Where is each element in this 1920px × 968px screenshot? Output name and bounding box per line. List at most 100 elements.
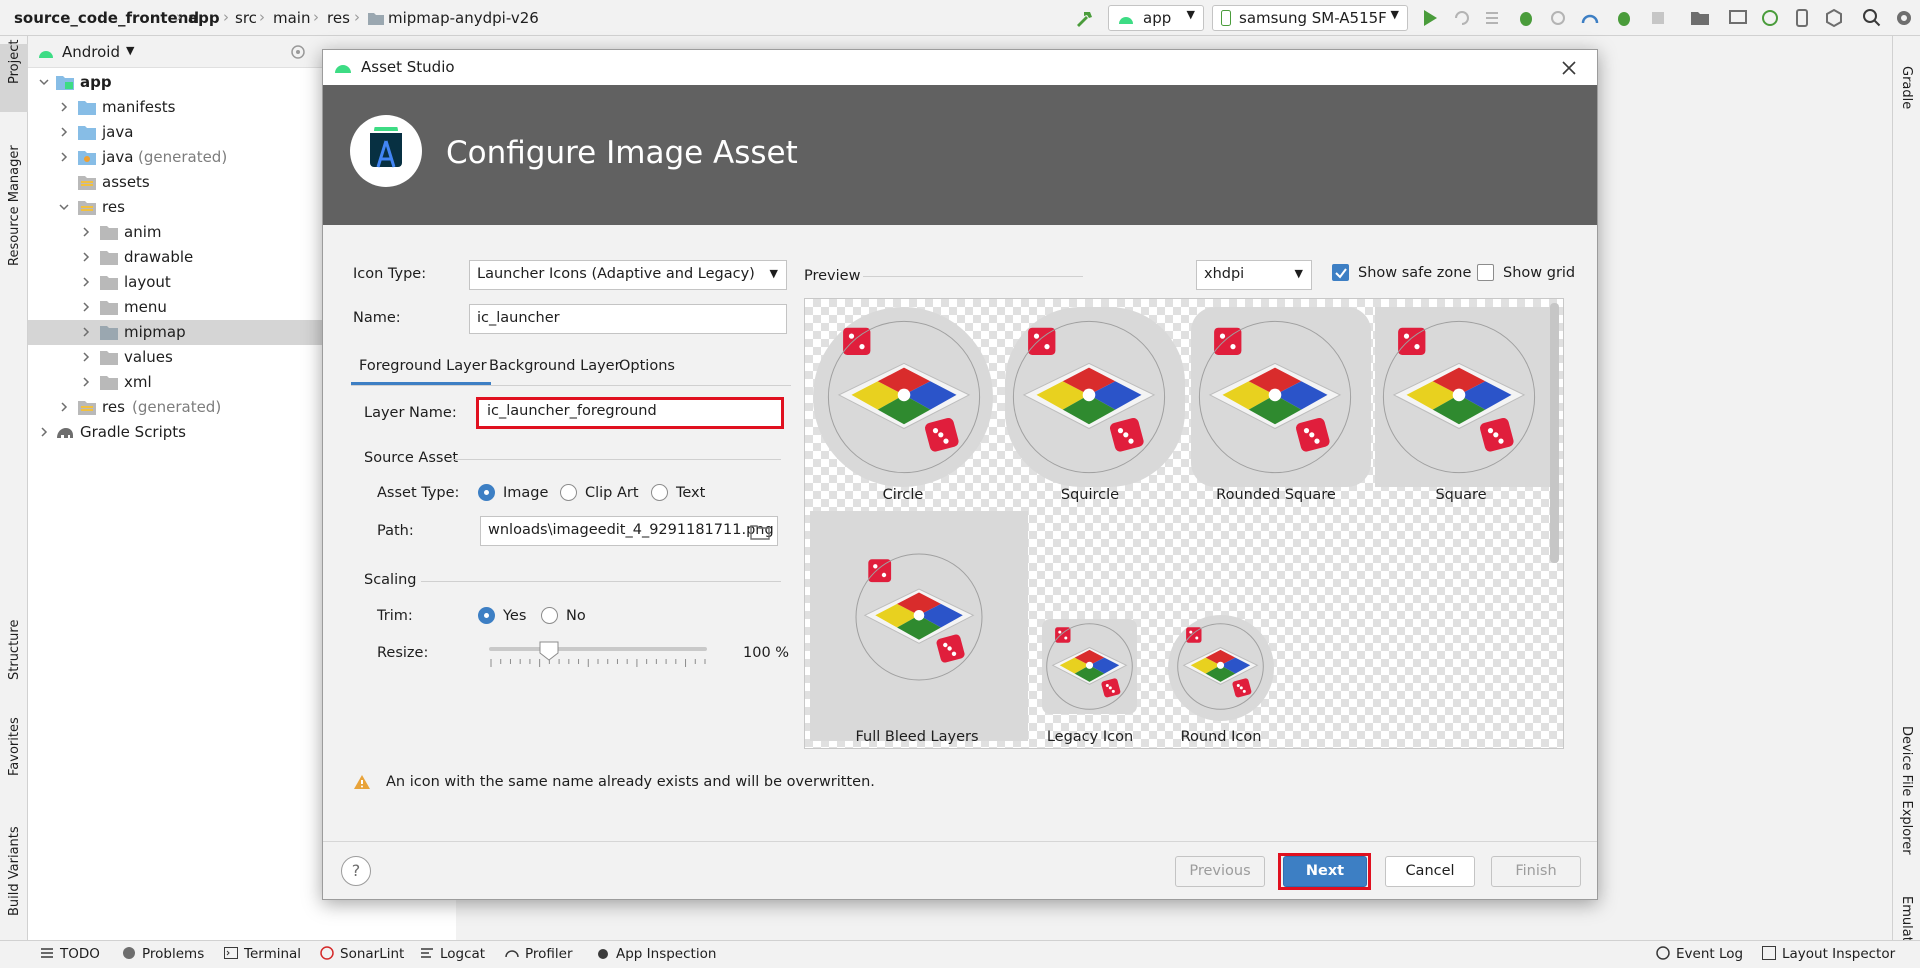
profile-icon[interactable] — [1580, 8, 1600, 28]
event-log-tab[interactable]: Event Log — [1656, 946, 1743, 962]
debug-icon[interactable] — [1516, 8, 1536, 28]
path-input[interactable]: wnloads\imageedit_4_9291181711.png — [480, 516, 778, 546]
chevron-down-icon[interactable]: ▼ — [126, 44, 134, 57]
slider-thumb[interactable] — [539, 641, 559, 661]
logcat-icon — [420, 946, 434, 960]
sync-gradle-icon[interactable] — [1760, 8, 1780, 28]
device-select[interactable]: samsung SM-A515F ▼ — [1212, 5, 1408, 31]
locate-icon[interactable] — [290, 44, 306, 60]
layer-name-input[interactable]: ic_launcher_foreground — [476, 397, 784, 429]
apply-changes-icon[interactable] — [1452, 8, 1472, 28]
ludo-image — [1005, 313, 1173, 481]
slider-ticks — [490, 659, 706, 667]
terminal-tab[interactable]: Terminal — [224, 946, 301, 962]
breadcrumb-module[interactable]: app — [188, 9, 220, 27]
phone-icon — [1221, 10, 1231, 26]
logcat-tab[interactable]: Logcat — [420, 946, 485, 962]
chevron-right-icon — [83, 302, 90, 312]
run-config-select[interactable]: app ▼ — [1108, 5, 1204, 31]
profiler-tab[interactable]: Profiler — [505, 946, 573, 962]
tool-tab-device-file-explorer[interactable]: Device File Explorer — [1899, 726, 1914, 855]
preview-caption-rounded-square: Rounded Square — [1216, 487, 1336, 503]
chevron-right-icon — [61, 102, 68, 112]
info-icon — [122, 946, 136, 960]
footer-separator — [323, 841, 1597, 842]
resource-folder-icon — [78, 401, 96, 415]
device-manager-icon[interactable] — [1792, 8, 1812, 28]
apply-code-changes-icon[interactable] — [1484, 8, 1504, 28]
folder-icon — [100, 251, 118, 265]
show-safe-zone-checkbox[interactable] — [1332, 264, 1349, 281]
previous-button[interactable]: Previous — [1175, 856, 1265, 887]
help-button[interactable]: ? — [341, 856, 371, 886]
sonarlint-tab[interactable]: SonarLint — [320, 946, 404, 962]
project-view-selector[interactable]: Android — [62, 43, 120, 61]
trim-yes-label[interactable]: Yes — [503, 608, 526, 624]
tab-options[interactable]: Options — [619, 358, 675, 374]
resize-slider[interactable] — [489, 641, 707, 667]
dialog-banner: Configure Image Asset — [323, 85, 1597, 225]
android-studio-logo — [350, 115, 422, 187]
asset-type-image-radio[interactable] — [478, 484, 495, 501]
name-input[interactable]: ic_launcher — [469, 304, 787, 334]
tool-tab-project[interactable]: Project — [7, 40, 22, 84]
asset-type-clipart-label[interactable]: Clip Art — [585, 485, 639, 501]
chevron-right-icon — [61, 152, 68, 162]
density-select[interactable]: xhdpi ▼ — [1196, 260, 1312, 290]
cancel-button[interactable]: Cancel — [1385, 856, 1475, 887]
resource-folder-icon — [78, 176, 96, 190]
avd-manager-icon[interactable] — [1728, 8, 1748, 28]
asset-type-clipart-radio[interactable] — [560, 484, 577, 501]
debug-app-icon[interactable] — [1614, 8, 1634, 28]
close-icon[interactable] — [1561, 60, 1577, 76]
build-hammer-icon[interactable] — [1074, 8, 1094, 28]
asset-type-text-radio[interactable] — [651, 484, 668, 501]
preview-scrollbar[interactable] — [1550, 303, 1559, 563]
status-bar: TODO Problems Terminal SonarLint Logcat … — [0, 940, 1920, 968]
tool-tab-favorites[interactable]: Favorites — [7, 717, 22, 776]
tab-foreground-layer[interactable]: Foreground Layer — [359, 358, 487, 374]
attach-debugger-icon[interactable] — [1548, 8, 1568, 28]
breadcrumb-src[interactable]: src — [235, 9, 257, 27]
show-grid-label[interactable]: Show grid — [1503, 265, 1575, 281]
asset-type-text-label[interactable]: Text — [676, 485, 705, 501]
breadcrumb-mipmap-dir[interactable]: mipmap-anydpi-v26 — [388, 9, 539, 27]
todo-tab[interactable]: TODO — [40, 946, 100, 962]
problems-tab[interactable]: Problems — [122, 946, 204, 962]
asset-type-image-label[interactable]: Image — [503, 485, 548, 501]
show-safe-zone-label[interactable]: Show safe zone — [1358, 265, 1471, 281]
finish-button[interactable]: Finish — [1491, 856, 1581, 887]
tool-tab-build-variants[interactable]: Build Variants — [7, 826, 22, 916]
icon-type-label: Icon Type: — [353, 266, 427, 282]
project-structure-icon[interactable] — [1690, 8, 1710, 28]
app-inspection-tab[interactable]: App Inspection — [596, 946, 716, 962]
breadcrumb-project[interactable]: source_code_frontend — [14, 9, 199, 27]
breadcrumb-separator: › — [354, 8, 360, 26]
folder-browse-icon[interactable] — [750, 524, 770, 540]
run-icon[interactable] — [1420, 8, 1440, 28]
breadcrumb-res[interactable]: res — [327, 9, 350, 27]
trim-no-label[interactable]: No — [566, 608, 586, 624]
tool-tab-structure[interactable]: Structure — [7, 620, 22, 680]
trim-no-radio[interactable] — [541, 607, 558, 624]
chevron-right-icon — [83, 377, 90, 387]
trim-yes-radio[interactable] — [478, 607, 495, 624]
stop-icon[interactable] — [1648, 8, 1668, 28]
preview-area: Circle Squircle Rounded Square Square Fu… — [804, 298, 1564, 749]
next-button[interactable]: Next — [1283, 856, 1367, 887]
search-icon[interactable] — [1862, 8, 1882, 28]
breadcrumb-main[interactable]: main — [273, 9, 310, 27]
tool-tab-gradle[interactable]: Gradle — [1899, 66, 1914, 109]
sdk-manager-icon[interactable] — [1824, 8, 1844, 28]
tool-tab-resource-manager[interactable]: Resource Manager — [7, 145, 22, 266]
terminal-icon — [224, 946, 238, 960]
icon-type-select[interactable]: Launcher Icons (Adaptive and Legacy) ▼ — [469, 260, 787, 290]
tab-background-layer[interactable]: Background Layer — [489, 358, 621, 374]
settings-icon[interactable] — [1894, 8, 1914, 28]
name-label: Name: — [353, 310, 401, 326]
chevron-right-icon — [83, 277, 90, 287]
show-grid-checkbox[interactable] — [1477, 264, 1494, 281]
layout-inspector-tab[interactable]: Layout Inspector — [1762, 946, 1895, 962]
asset-studio-dialog: Asset Studio Configure Image Asset Icon … — [322, 49, 1598, 900]
tab-separator — [351, 385, 791, 386]
